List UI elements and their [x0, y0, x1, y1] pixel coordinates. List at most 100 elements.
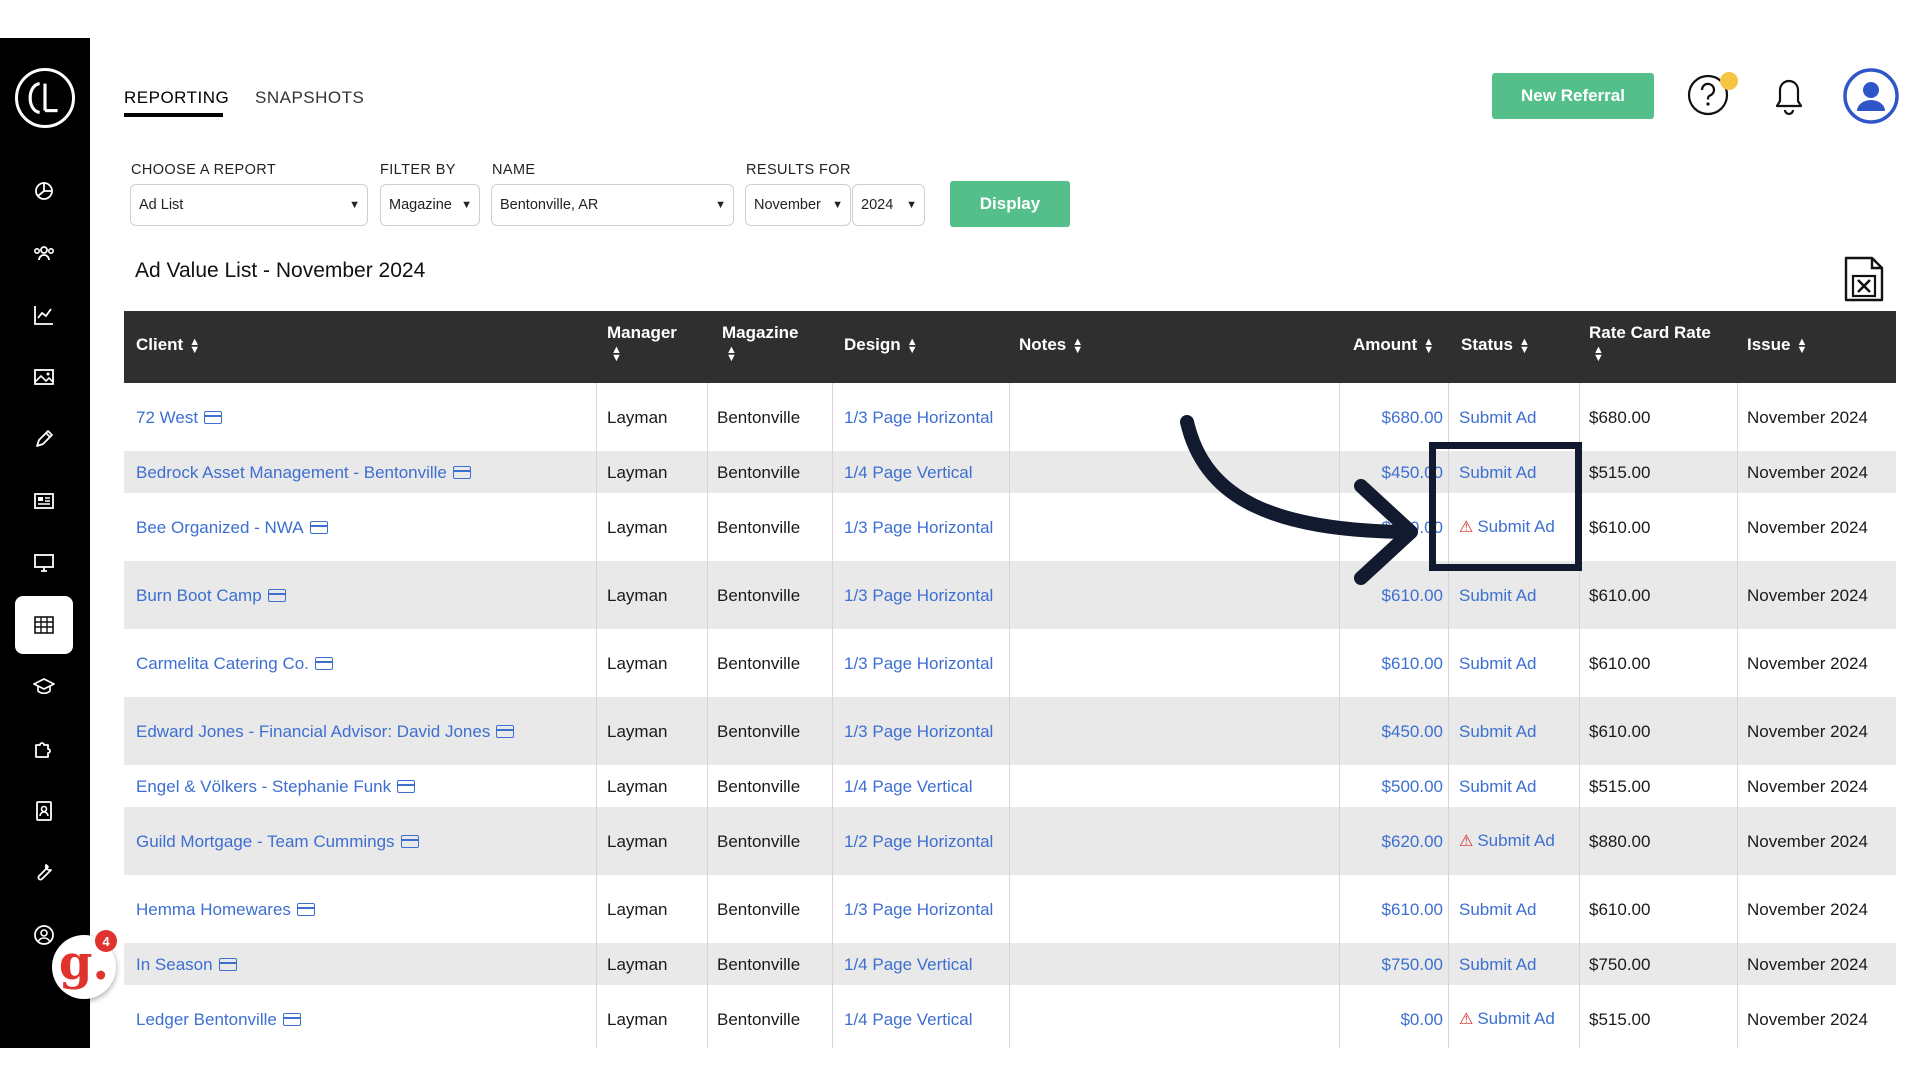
cell-client[interactable]: Burn Boot Camp — [136, 561, 596, 629]
header-magazine[interactable]: Magazine ▲ ▼ — [722, 323, 799, 363]
cell-manager: Layman — [607, 629, 707, 697]
cell-status[interactable]: Submit Ad — [1459, 943, 1579, 985]
cell-client[interactable]: Bedrock Asset Management - Bentonville — [136, 451, 596, 493]
credit-card-icon[interactable] — [452, 465, 471, 479]
cell-amount[interactable]: $0.00 — [1289, 985, 1443, 1048]
rate-text: $515.00 — [1589, 776, 1651, 796]
cell-client[interactable]: Engel & Völkers - Stephanie Funk — [136, 765, 596, 807]
credit-card-icon[interactable] — [314, 656, 333, 670]
cell-status[interactable]: ⚠ Submit Ad — [1459, 985, 1579, 1048]
cell-client[interactable]: Hemma Homewares — [136, 875, 596, 943]
warning-icon: ⚠ — [1459, 1011, 1474, 1028]
cell-issue: November 2024 — [1747, 451, 1892, 493]
year-select[interactable]: 2024 ▼ — [852, 184, 925, 226]
monitor-icon[interactable] — [15, 534, 73, 592]
table-grid-icon[interactable] — [15, 596, 73, 654]
cell-rate: $880.00 — [1589, 807, 1739, 875]
header-rate-card-rate[interactable]: Rate Card Rate ▲ ▼ — [1589, 323, 1711, 363]
header-status[interactable]: Status ▲ ▼ — [1461, 335, 1530, 355]
newspaper-icon[interactable] — [15, 472, 73, 530]
graduation-cap-icon[interactable] — [15, 658, 73, 716]
credit-card-icon[interactable] — [218, 957, 237, 971]
amount-text: $620.00 — [1381, 831, 1443, 851]
manager-text: Layman — [607, 585, 668, 605]
header-amount[interactable]: Amount ▲ ▼ — [1353, 335, 1434, 355]
cell-status[interactable]: Submit Ad — [1459, 875, 1579, 943]
credit-card-icon[interactable] — [267, 588, 286, 602]
credit-card-icon[interactable] — [282, 1012, 301, 1026]
cell-amount[interactable]: $610.00 — [1289, 629, 1443, 697]
magazine-text: Bentonville — [717, 1009, 801, 1029]
cell-client[interactable]: Edward Jones - Financial Advisor: David … — [136, 697, 596, 765]
cell-status[interactable]: Submit Ad — [1459, 629, 1579, 697]
header-manager[interactable]: Manager ▲ ▼ — [607, 323, 677, 363]
cell-amount[interactable]: $500.00 — [1289, 765, 1443, 807]
cell-design[interactable]: 1/2 Page Horizontal — [844, 807, 994, 875]
header-client[interactable]: Client ▲ ▼ — [136, 335, 200, 355]
month-select-value: November — [754, 197, 821, 213]
tab-snapshots[interactable]: SNAPSHOTS — [255, 88, 364, 108]
excel-export-icon[interactable] — [1843, 256, 1885, 302]
issue-text: November 2024 — [1747, 954, 1868, 974]
credit-card-icon[interactable] — [296, 902, 315, 916]
pen-icon[interactable] — [15, 410, 73, 468]
line-chart-icon[interactable] — [15, 286, 73, 344]
cell-status[interactable]: Submit Ad — [1459, 765, 1579, 807]
cell-amount[interactable]: $620.00 — [1289, 807, 1443, 875]
cell-status[interactable]: ⚠ Submit Ad — [1459, 807, 1579, 875]
cell-client[interactable]: In Season — [136, 943, 596, 985]
cell-design[interactable]: 1/4 Page Vertical — [844, 765, 994, 807]
cell-status[interactable]: Submit Ad — [1459, 697, 1579, 765]
cell-client[interactable]: 72 West — [136, 383, 596, 451]
report-select[interactable]: Ad List ▼ — [130, 184, 368, 226]
cell-amount[interactable]: $610.00 — [1289, 875, 1443, 943]
cell-client[interactable]: Carmelita Catering Co. — [136, 629, 596, 697]
month-select[interactable]: November ▼ — [745, 184, 851, 226]
cell-design[interactable]: 1/4 Page Vertical — [844, 451, 994, 493]
cell-design[interactable]: 1/4 Page Vertical — [844, 985, 994, 1048]
tab-reporting[interactable]: REPORTING — [124, 88, 229, 108]
cell-client[interactable]: Ledger Bentonville — [136, 985, 596, 1048]
credit-card-icon[interactable] — [309, 520, 328, 534]
image-icon[interactable] — [15, 348, 73, 406]
cell-status[interactable]: Submit Ad — [1459, 383, 1579, 451]
credit-card-icon[interactable] — [496, 724, 515, 738]
wrench-icon[interactable] — [15, 844, 73, 902]
column-divider — [596, 383, 597, 1048]
cell-design[interactable]: 1/3 Page Horizontal — [844, 629, 994, 697]
rate-text: $610.00 — [1589, 585, 1651, 605]
header-notes[interactable]: Notes ▲ ▼ — [1019, 335, 1083, 355]
cell-rate: $610.00 — [1589, 629, 1739, 697]
name-select[interactable]: Bentonville, AR ▼ — [491, 184, 734, 226]
contact-book-icon[interactable] — [15, 782, 73, 840]
header-design[interactable]: Design ▲ ▼ — [844, 335, 918, 355]
header-issue[interactable]: Issue ▲ ▼ — [1747, 335, 1807, 355]
cell-design[interactable]: 1/3 Page Horizontal — [844, 697, 994, 765]
credit-card-icon[interactable] — [397, 779, 416, 793]
new-referral-button[interactable]: New Referral — [1492, 73, 1654, 119]
display-button[interactable]: Display — [950, 181, 1070, 227]
cell-client[interactable]: Bee Organized - NWA — [136, 493, 596, 561]
cell-issue: November 2024 — [1747, 765, 1892, 807]
cell-amount[interactable]: $750.00 — [1289, 943, 1443, 985]
puzzle-icon[interactable] — [15, 720, 73, 778]
cell-status[interactable]: Submit Ad — [1459, 561, 1579, 629]
credit-card-icon[interactable] — [400, 834, 419, 848]
sort-icon: ▲ ▼ — [1518, 335, 1530, 356]
user-avatar-icon[interactable] — [1842, 67, 1900, 125]
header-magazine-label: Magazine — [722, 323, 799, 342]
cell-design[interactable]: 1/3 Page Horizontal — [844, 561, 994, 629]
users-icon[interactable] — [15, 224, 73, 282]
cell-design[interactable]: 1/4 Page Vertical — [844, 943, 994, 985]
cell-amount[interactable]: $450.00 — [1289, 697, 1443, 765]
cl-logo[interactable] — [15, 68, 75, 128]
pie-chart-icon[interactable] — [15, 162, 73, 220]
cell-client[interactable]: Guild Mortgage - Team Cummings — [136, 807, 596, 875]
cell-design[interactable]: 1/3 Page Horizontal — [844, 383, 994, 451]
cell-design[interactable]: 1/3 Page Horizontal — [844, 493, 994, 561]
bell-icon[interactable] — [1768, 72, 1810, 116]
design-text: 1/3 Page Horizontal — [844, 585, 994, 605]
cell-design[interactable]: 1/3 Page Horizontal — [844, 875, 994, 943]
credit-card-icon[interactable] — [204, 410, 223, 424]
filter-by-select[interactable]: Magazine ▼ — [380, 184, 480, 226]
